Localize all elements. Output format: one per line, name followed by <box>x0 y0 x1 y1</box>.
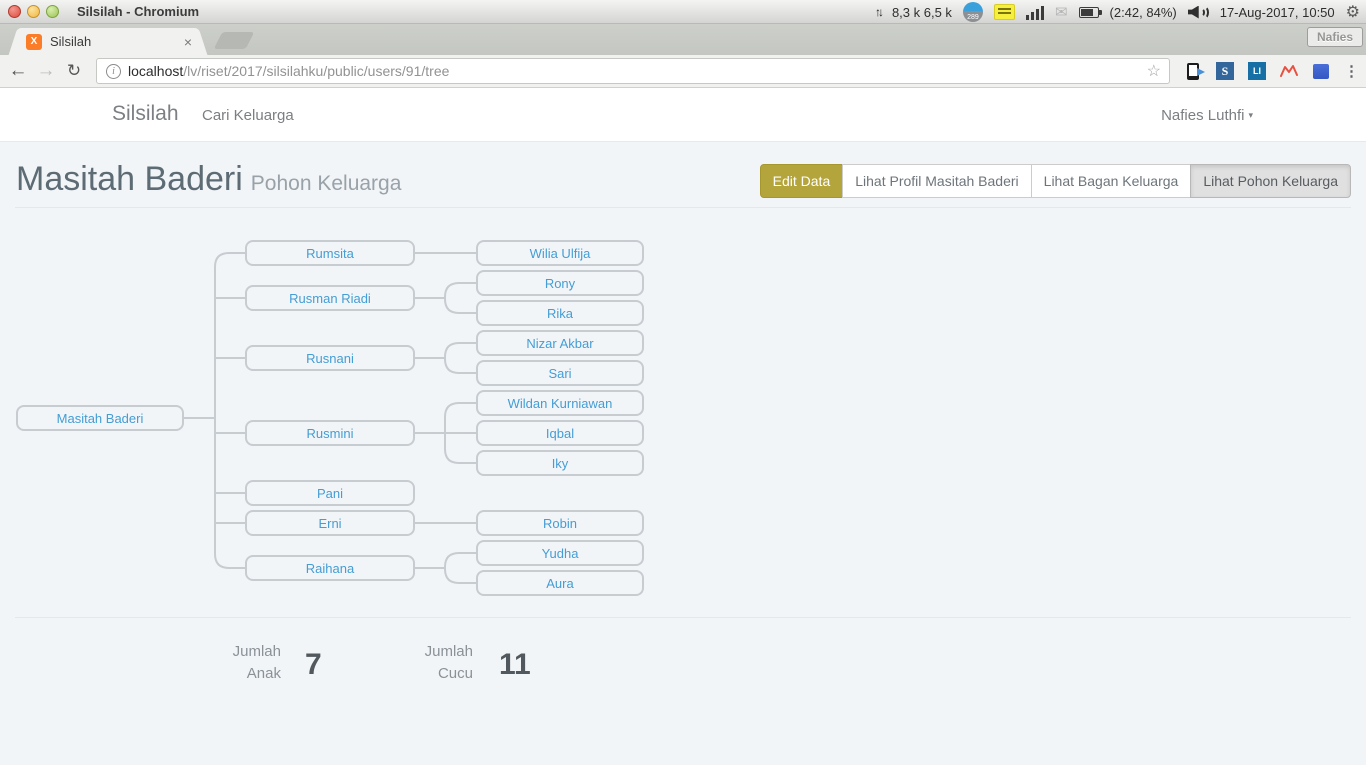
url-host: localhost <box>128 63 183 79</box>
user-dropdown[interactable]: Nafies Luthfi ▾ <box>1161 107 1253 124</box>
tree-node-link[interactable]: Iky <box>552 456 569 471</box>
tree-node[interactable]: Robin <box>476 510 644 536</box>
tree-node-link[interactable]: Erni <box>318 516 341 531</box>
tree-node[interactable]: Rusman Riadi <box>245 285 415 311</box>
chevron-down-icon: ▾ <box>1248 110 1253 120</box>
tree-node[interactable]: Masitah Baderi <box>16 405 184 431</box>
window-maximize-button[interactable] <box>46 5 59 18</box>
brand-link[interactable]: Silsilah <box>112 102 179 126</box>
browser-tab[interactable]: X Silsilah × <box>22 28 194 55</box>
user-name: Nafies Luthfi <box>1161 107 1244 124</box>
action-button-group: Edit Data Lihat Profil Masitah Baderi Li… <box>760 164 1351 198</box>
page-info-icon[interactable]: i <box>106 64 121 79</box>
tree-node[interactable]: Wilia Ulfija <box>476 240 644 266</box>
lihat-pohon-button[interactable]: Lihat Pohon Keluarga <box>1190 164 1351 198</box>
tree-node-link[interactable]: Sari <box>548 366 571 381</box>
battery-status-text: (2:42, 84%) <box>1110 5 1177 20</box>
tree-node-link[interactable]: Rusman Riadi <box>289 291 371 306</box>
volume-icon[interactable] <box>1188 6 1209 19</box>
tab-favicon-xampp: X <box>26 34 42 50</box>
tree-node-link[interactable]: Wilia Ulfija <box>530 246 591 261</box>
extension-laravel-icon[interactable] <box>1280 62 1298 80</box>
tree-node[interactable]: Nizar Akbar <box>476 330 644 356</box>
stat-anak-label: Jumlah Anak <box>181 641 281 685</box>
header-divider <box>15 207 1351 208</box>
clock-text[interactable]: 17-Aug-2017, 10:50 <box>1220 5 1335 20</box>
tree-node[interactable]: Rony <box>476 270 644 296</box>
tree-node-link[interactable]: Pani <box>317 486 343 501</box>
window-title: Silsilah - Chromium <box>77 4 199 19</box>
forward-button: → <box>32 60 60 82</box>
notes-indicator-icon[interactable] <box>994 4 1015 20</box>
network-speed-text: 8,3 k 6,5 k <box>892 5 952 20</box>
tree-node[interactable]: Raihana <box>245 555 415 581</box>
window-minimize-button[interactable] <box>27 5 40 18</box>
stat-cucu-value: 11 <box>499 648 531 682</box>
tree-node-link[interactable]: Rony <box>545 276 575 291</box>
app-navbar: Silsilah Cari Keluarga Nafies Luthfi ▾ <box>0 88 1366 142</box>
tree-node-link[interactable]: Rusnani <box>306 351 354 366</box>
extension-blue-icon[interactable] <box>1312 62 1330 80</box>
edit-data-button[interactable]: Edit Data <box>760 164 844 198</box>
tree-node[interactable]: Rumsita <box>245 240 415 266</box>
battery-icon[interactable] <box>1079 7 1099 18</box>
extension-send-to-phone-icon[interactable] <box>1184 62 1202 80</box>
page-subtitle: Pohon Keluarga <box>251 172 402 195</box>
nav-link-cari-keluarga[interactable]: Cari Keluarga <box>202 107 294 124</box>
window-controls <box>8 5 59 18</box>
tree-node[interactable]: Aura <box>476 570 644 596</box>
tree-node-link[interactable]: Yudha <box>542 546 579 561</box>
network-updown-icon[interactable]: ↑↓ <box>875 5 881 19</box>
tab-strip: X Silsilah × <box>0 24 1366 55</box>
badge-count: 289 <box>967 13 979 22</box>
tree-node[interactable]: Yudha <box>476 540 644 566</box>
tab-title: Silsilah <box>50 34 184 49</box>
window-close-button[interactable] <box>8 5 21 18</box>
screen: Silsilah - Chromium ↑↓ 8,3 k 6,5 k 289 ✉… <box>0 0 1366 765</box>
tree-node-link[interactable]: Aura <box>546 576 573 591</box>
signal-strength-icon[interactable] <box>1026 5 1044 20</box>
tree-node[interactable]: Rusmini <box>245 420 415 446</box>
extension-li-icon[interactable]: LI <box>1248 62 1266 80</box>
lihat-bagan-button[interactable]: Lihat Bagan Keluarga <box>1031 164 1192 198</box>
tree-node[interactable]: Iqbal <box>476 420 644 446</box>
extension-s-icon[interactable]: S <box>1216 62 1234 80</box>
tree-node[interactable]: Wildan Kurniawan <box>476 390 644 416</box>
tree-node[interactable]: Rika <box>476 300 644 326</box>
notification-badge-icon[interactable]: 289 <box>963 2 983 22</box>
tree-node-link[interactable]: Raihana <box>306 561 354 576</box>
browser-menu-icon[interactable]: ⋮ <box>1344 62 1359 80</box>
tree-node-link[interactable]: Rumsita <box>306 246 354 261</box>
back-button[interactable]: ← <box>4 60 32 82</box>
system-titlebar: Silsilah - Chromium ↑↓ 8,3 k 6,5 k 289 ✉… <box>0 0 1366 24</box>
tree-node[interactable]: Erni <box>245 510 415 536</box>
tree-node-link[interactable]: Nizar Akbar <box>526 336 593 351</box>
system-tray: ↑↓ 8,3 k 6,5 k 289 ✉ (2:42, 84%) 17-Aug-… <box>875 0 1360 24</box>
tab-close-icon[interactable]: × <box>184 34 192 50</box>
tree-node[interactable]: Rusnani <box>245 345 415 371</box>
tree-node-link[interactable]: Rika <box>547 306 573 321</box>
lihat-profil-button[interactable]: Lihat Profil Masitah Baderi <box>842 164 1031 198</box>
footer-divider <box>15 617 1351 618</box>
new-tab-button[interactable] <box>214 32 255 49</box>
tree-node[interactable]: Iky <box>476 450 644 476</box>
url-path: /lv/riset/2017/silsilahku/public/users/9… <box>183 63 449 79</box>
reload-button[interactable]: ↻ <box>60 61 88 81</box>
bookmark-star-icon[interactable]: ☆ <box>1147 61 1161 81</box>
page-title: Masitah BaderiPohon Keluarga <box>16 160 401 199</box>
tree-node-link[interactable]: Wildan Kurniawan <box>508 396 613 411</box>
stat-anak-value: 7 <box>305 648 322 682</box>
tree-node[interactable]: Pani <box>245 480 415 506</box>
tree-node-link[interactable]: Masitah Baderi <box>57 411 144 426</box>
browser-toolbar: ← → ↻ i localhost /lv/riset/2017/silsila… <box>0 55 1366 88</box>
tree-node[interactable]: Sari <box>476 360 644 386</box>
url-bar[interactable]: i localhost /lv/riset/2017/silsilahku/pu… <box>96 58 1170 84</box>
gear-icon[interactable]: ⚙ <box>1346 2 1360 22</box>
mail-indicator-icon[interactable]: ✉ <box>1055 3 1068 21</box>
stat-cucu-label: Jumlah Cucu <box>373 641 473 685</box>
tree-node-link[interactable]: Robin <box>543 516 577 531</box>
user-tooltip: Nafies <box>1307 27 1363 47</box>
tree-node-link[interactable]: Iqbal <box>546 426 574 441</box>
tree-node-link[interactable]: Rusmini <box>307 426 354 441</box>
